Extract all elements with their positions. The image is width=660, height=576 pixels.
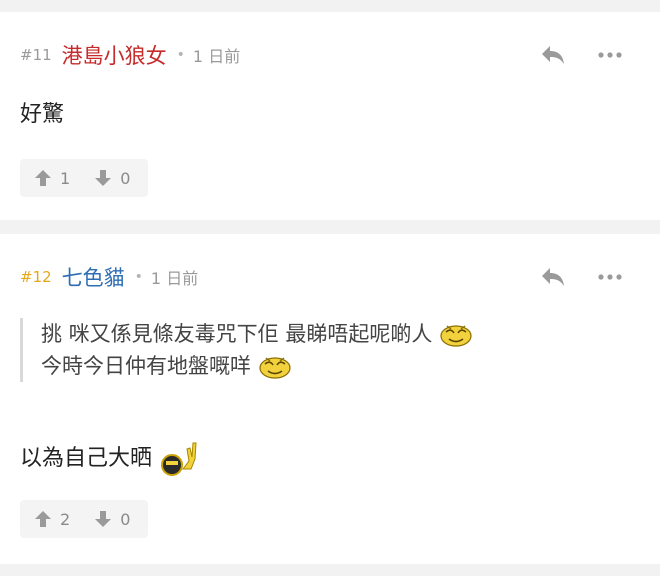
upvote-count: 2	[60, 509, 71, 529]
comment-text-block: 以為自己大晒	[20, 439, 640, 479]
meta-separator: •	[176, 47, 185, 63]
reply-icon[interactable]	[540, 266, 566, 288]
comment-body: 挑 咪又係見條友毒咒下佢 最睇唔起呢啲人 今時今日仲有地盤嘅咩	[20, 318, 640, 382]
comment-body: 好驚	[20, 98, 640, 132]
quote-line: 今時今日仲有地盤嘅咩	[41, 350, 640, 382]
vote-bar: 2 0	[20, 500, 148, 538]
comment-actions	[540, 262, 622, 292]
username[interactable]: 港島小狼女	[62, 40, 167, 70]
comment-card: #11 港島小狼女 • 1 日前 好驚 1 0	[0, 12, 660, 220]
comment-card: #12 七色貓 • 1 日前 挑 咪又係見條友毒咒下佢 最睇唔起呢啲人 今時今日…	[0, 234, 660, 564]
floor-number: #11	[20, 46, 52, 64]
username[interactable]: 七色貓	[62, 262, 125, 292]
upvote-button[interactable]: 2	[34, 510, 70, 529]
downvote-count: 0	[120, 168, 131, 188]
comment-text: 好驚	[20, 102, 65, 127]
arrow-down-icon	[95, 170, 112, 186]
rock-on-hand-emoji-icon	[161, 442, 197, 476]
downvote-count: 0	[120, 509, 131, 529]
arrow-up-icon	[35, 511, 51, 527]
quote-text: 今時今日仲有地盤嘅咩	[41, 354, 251, 378]
vote-bar: 1 0	[20, 159, 148, 197]
more-icon[interactable]	[598, 274, 622, 280]
arrow-down-icon	[95, 511, 112, 527]
post-time: 1 日前	[150, 269, 199, 288]
comment-header: #12 七色貓 • 1 日前	[20, 262, 640, 292]
upvote-button[interactable]: 1	[34, 169, 70, 188]
comment-actions	[540, 40, 622, 70]
post-time: 1 日前	[192, 47, 241, 66]
comment-text: 以為自己大晒	[20, 446, 153, 471]
quote-text: 挑 咪又係見條友毒咒下佢 最睇唔起呢啲人	[41, 322, 433, 346]
arrow-up-icon	[35, 170, 51, 186]
downvote-button[interactable]: 0	[94, 169, 130, 188]
meta-separator: •	[134, 269, 143, 285]
sweat-face-emoji-icon	[440, 325, 472, 347]
quote-block: 挑 咪又係見條友毒咒下佢 最睇唔起呢啲人 今時今日仲有地盤嘅咩	[20, 318, 640, 382]
more-icon[interactable]	[598, 52, 622, 58]
reply-icon[interactable]	[540, 44, 566, 66]
upvote-count: 1	[60, 168, 71, 188]
floor-number: #12	[20, 268, 52, 286]
sweat-face-emoji-icon	[259, 357, 291, 379]
downvote-button[interactable]: 0	[94, 510, 130, 529]
quote-line: 挑 咪又係見條友毒咒下佢 最睇唔起呢啲人	[41, 318, 640, 350]
comment-header: #11 港島小狼女 • 1 日前	[20, 40, 640, 70]
